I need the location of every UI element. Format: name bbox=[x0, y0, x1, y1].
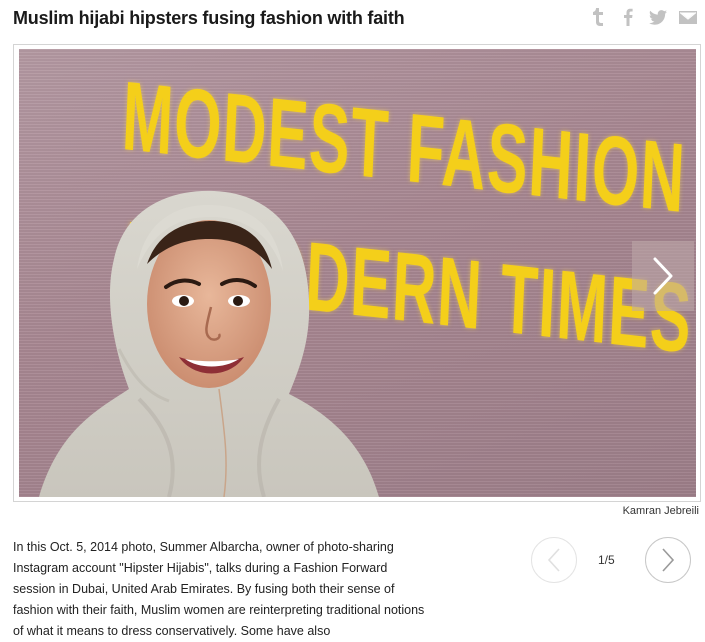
slideshow-pager: 1/5 bbox=[531, 537, 691, 587]
previous-slide-button[interactable] bbox=[531, 537, 577, 583]
photo-frame: MODEST FASHION IN MODERN TIMES bbox=[13, 44, 701, 502]
slideshow-photo: MODEST FASHION IN MODERN TIMES bbox=[19, 49, 696, 497]
article-title: Muslim hijabi hipsters fusing fashion wi… bbox=[13, 8, 405, 28]
next-slide-button[interactable] bbox=[645, 537, 691, 583]
slide-counter: 1/5 bbox=[598, 553, 615, 567]
photo-caption: In this Oct. 5, 2014 photo, Summer Albar… bbox=[13, 540, 425, 638]
photo-next-arrow[interactable] bbox=[632, 241, 694, 311]
share-toolbar bbox=[589, 8, 697, 26]
chevron-right-icon bbox=[662, 548, 675, 572]
chevron-left-icon bbox=[547, 548, 560, 572]
chevron-right-icon bbox=[653, 257, 673, 295]
twitter-icon[interactable] bbox=[649, 8, 667, 26]
facebook-icon[interactable] bbox=[619, 8, 637, 26]
photo-credit: Kamran Jebreili bbox=[622, 505, 699, 517]
woman-in-hijab-figure bbox=[39, 190, 379, 497]
tumblr-icon[interactable] bbox=[589, 8, 607, 26]
email-icon[interactable] bbox=[679, 8, 697, 26]
